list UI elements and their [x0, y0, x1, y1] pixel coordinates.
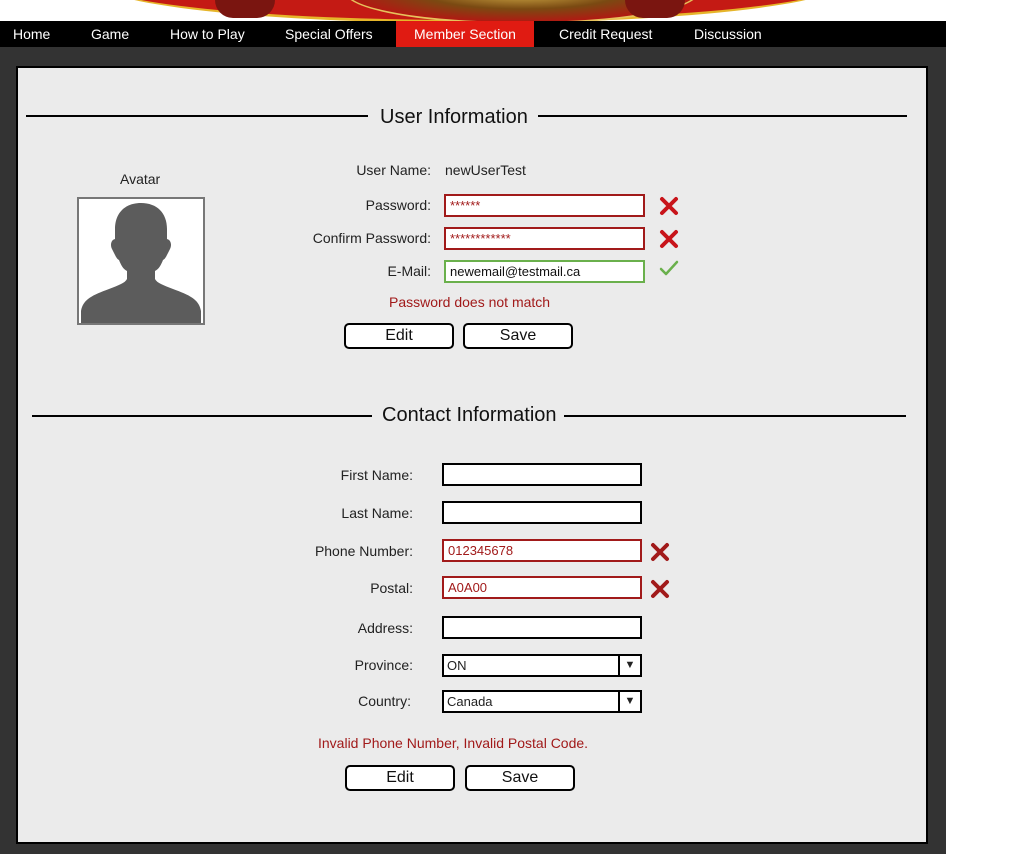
- last-name-field[interactable]: [442, 501, 642, 524]
- email-field[interactable]: [444, 260, 645, 283]
- user-info-title: User Information: [380, 106, 528, 128]
- password-error-message: Password does not match: [389, 294, 551, 310]
- user-save-button[interactable]: Save: [463, 323, 573, 349]
- close-x-icon: [660, 197, 678, 215]
- address-label: Address:: [357, 620, 413, 636]
- contact-error-message: Invalid Phone Number, Invalid Postal Cod…: [318, 735, 589, 751]
- postal-field[interactable]: [442, 576, 642, 599]
- confirm-password-field[interactable]: [444, 227, 645, 250]
- contact-save-button[interactable]: Save: [465, 765, 575, 791]
- banner-decoration: [625, 0, 685, 18]
- section-divider: [564, 415, 906, 417]
- password-label: Password:: [365, 197, 431, 213]
- province-select[interactable]: ON ▼: [442, 654, 642, 677]
- address-field[interactable]: [442, 616, 642, 639]
- avatar-image[interactable]: [77, 197, 205, 325]
- phone-number-label: Phone Number:: [314, 543, 413, 559]
- person-silhouette-icon: [79, 199, 203, 323]
- nav-special-offers[interactable]: Special Offers: [285, 21, 373, 47]
- close-x-icon: [660, 230, 678, 248]
- close-x-icon: [651, 580, 669, 598]
- last-name-label: Last Name:: [341, 505, 413, 521]
- contact-edit-button[interactable]: Edit: [345, 765, 455, 791]
- nav-discussion[interactable]: Discussion: [694, 21, 762, 47]
- section-divider: [26, 115, 368, 117]
- first-name-field[interactable]: [442, 463, 642, 486]
- nav-game[interactable]: Game: [91, 21, 129, 47]
- triangle-down-icon[interactable]: ▼: [618, 656, 640, 675]
- province-label: Province:: [354, 657, 413, 673]
- banner-decoration: [215, 0, 275, 18]
- user-edit-button[interactable]: Edit: [344, 323, 454, 349]
- username-value: newUserTest: [445, 162, 526, 178]
- avatar-label: Avatar: [120, 171, 161, 187]
- nav-home[interactable]: Home: [13, 21, 50, 47]
- nav-member-section[interactable]: Member Section: [396, 21, 534, 47]
- phone-number-field[interactable]: [442, 539, 642, 562]
- country-select[interactable]: Canada ▼: [442, 690, 642, 713]
- section-divider: [538, 115, 907, 117]
- nav-credit-request[interactable]: Credit Request: [559, 21, 652, 47]
- postal-label: Postal:: [370, 580, 413, 596]
- close-x-icon: [651, 543, 669, 561]
- site-banner: [95, 0, 845, 21]
- triangle-down-icon[interactable]: ▼: [618, 692, 640, 711]
- first-name-label: First Name:: [340, 467, 413, 483]
- section-divider: [32, 415, 372, 417]
- email-label: E-Mail:: [387, 263, 431, 279]
- country-selected-value: Canada: [447, 694, 493, 709]
- nav-how-to-play[interactable]: How to Play: [170, 21, 245, 47]
- province-selected-value: ON: [447, 658, 467, 673]
- password-field[interactable]: [444, 194, 645, 217]
- main-nav: Home Game How to Play Special Offers Mem…: [0, 21, 946, 47]
- checkmark-icon: [659, 260, 679, 276]
- confirm-password-label: Confirm Password:: [312, 230, 431, 246]
- username-label: User Name:: [356, 162, 431, 178]
- country-label: Country:: [358, 693, 411, 709]
- contact-info-title: Contact Information: [382, 404, 557, 426]
